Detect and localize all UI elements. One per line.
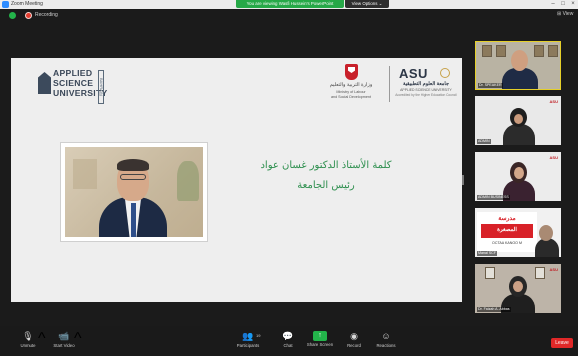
ministry-logo: وزارة التربية والتعليم Ministry of Labou… — [323, 64, 379, 108]
participants-button[interactable]: 👥 Participants — [226, 330, 270, 349]
ministry-arabic: وزارة التربية والتعليم — [329, 82, 373, 88]
participant-logo: ASU — [549, 99, 558, 104]
reactions-icon: ☺ — [381, 331, 391, 341]
participant-slide-word: المصغرة — [497, 227, 517, 233]
share-screen-icon: ↑ — [313, 331, 327, 341]
asu-english-name: APPLIED SCIENCE UNIVERSITY — [400, 88, 452, 92]
asu-accreditation: Accredited by the Higher Education Counc… — [395, 93, 457, 97]
participants-icon: 👥 — [242, 331, 254, 341]
participant-name: Dr. SPEAKER — [478, 83, 503, 88]
asu-emblem-icon — [440, 68, 450, 78]
reactions-button[interactable]: ☺ Reactions — [364, 330, 408, 349]
shared-slide: APPLIED SCIENCE UNIVERSITY BAHRAIN وزارة… — [11, 58, 462, 302]
security-shield-icon[interactable] — [9, 12, 16, 19]
asu-arabic-name: جامعة العلوم التطبيقية — [402, 81, 450, 87]
participant-slide-title: مدرسة — [498, 216, 516, 222]
bahrain-crest-icon — [345, 64, 358, 80]
asu-wordmark: ASU — [399, 66, 428, 81]
panel-divider-handle[interactable] — [462, 175, 464, 185]
speech-subtitle: رئيس الجامعة — [297, 180, 355, 191]
view-options-button[interactable]: View Options ⌄ — [345, 0, 389, 8]
logo-line-2: SCIENCE — [53, 78, 94, 88]
recording-label: Recording — [35, 12, 58, 18]
window-title: Zoom Meeting — [11, 1, 43, 7]
maximize-button[interactable]: □ — [558, 0, 568, 9]
participant-video-tile[interactable]: ASU ADMIN — [475, 96, 561, 145]
zoom-window: Zoom Meeting – □ × You are viewing Wasfi… — [0, 0, 578, 356]
video-options-caret[interactable]: ^ — [74, 330, 82, 348]
participant-logo: ASU — [549, 267, 558, 272]
participant-name: Manal SCF — [477, 251, 497, 256]
logo-vertical-text: BAHRAIN — [98, 70, 104, 104]
logo-line-1: APPLIED — [53, 68, 93, 78]
participant-slide-english: OCTAA KANOO M — [492, 241, 522, 245]
leave-button[interactable]: Leave — [551, 338, 573, 348]
participant-video-tile[interactable]: مدرسة المصغرة OCTAA KANOO M Manal SCF — [475, 208, 561, 257]
zoom-app-icon — [2, 1, 9, 8]
participant-video-tile[interactable]: ASU ADMIN BUSINESS — [475, 152, 561, 201]
participant-video-tile[interactable]: ASU Dr. Faizah A. Abbas — [475, 264, 561, 313]
meeting-toolbar: 🎙 Unmute ^ 📹 Start Video ^ 👥 Participant… — [0, 326, 578, 356]
asu-logo: ASU جامعة العلوم التطبيقية APPLIED SCIEN… — [395, 66, 457, 106]
speaker-photo — [65, 147, 203, 237]
participant-shared-slide: مدرسة المصغرة OCTAA KANOO M — [477, 212, 537, 252]
close-button[interactable]: × — [568, 0, 578, 9]
participants-count: 19 — [256, 333, 261, 338]
screen-share-banner: You are viewing Wasfi Hussein's PowerPoi… — [236, 0, 344, 8]
speaker-photo-frame — [60, 142, 208, 242]
logo-divider — [389, 66, 390, 102]
view-button[interactable]: ⊞ View — [557, 10, 573, 19]
participant-logo: ASU — [549, 155, 558, 160]
speech-title: كلمة الأستاذ الدكتور غسان عواد — [260, 160, 392, 171]
ministry-english: Ministry of Labour and Social Developmen… — [331, 90, 371, 99]
recording-icon — [25, 12, 32, 19]
participant-video-tile[interactable]: Dr. SPEAKER — [475, 41, 561, 90]
university-building-icon — [38, 72, 51, 94]
applied-science-university-logo: APPLIED SCIENCE UNIVERSITY BAHRAIN — [34, 66, 107, 106]
participant-name: ADMIN — [477, 139, 491, 144]
minimize-button[interactable]: – — [548, 0, 558, 9]
participant-name: Dr. Faizah A. Abbas — [477, 307, 511, 312]
participant-name: ADMIN BUSINESS — [477, 195, 510, 200]
